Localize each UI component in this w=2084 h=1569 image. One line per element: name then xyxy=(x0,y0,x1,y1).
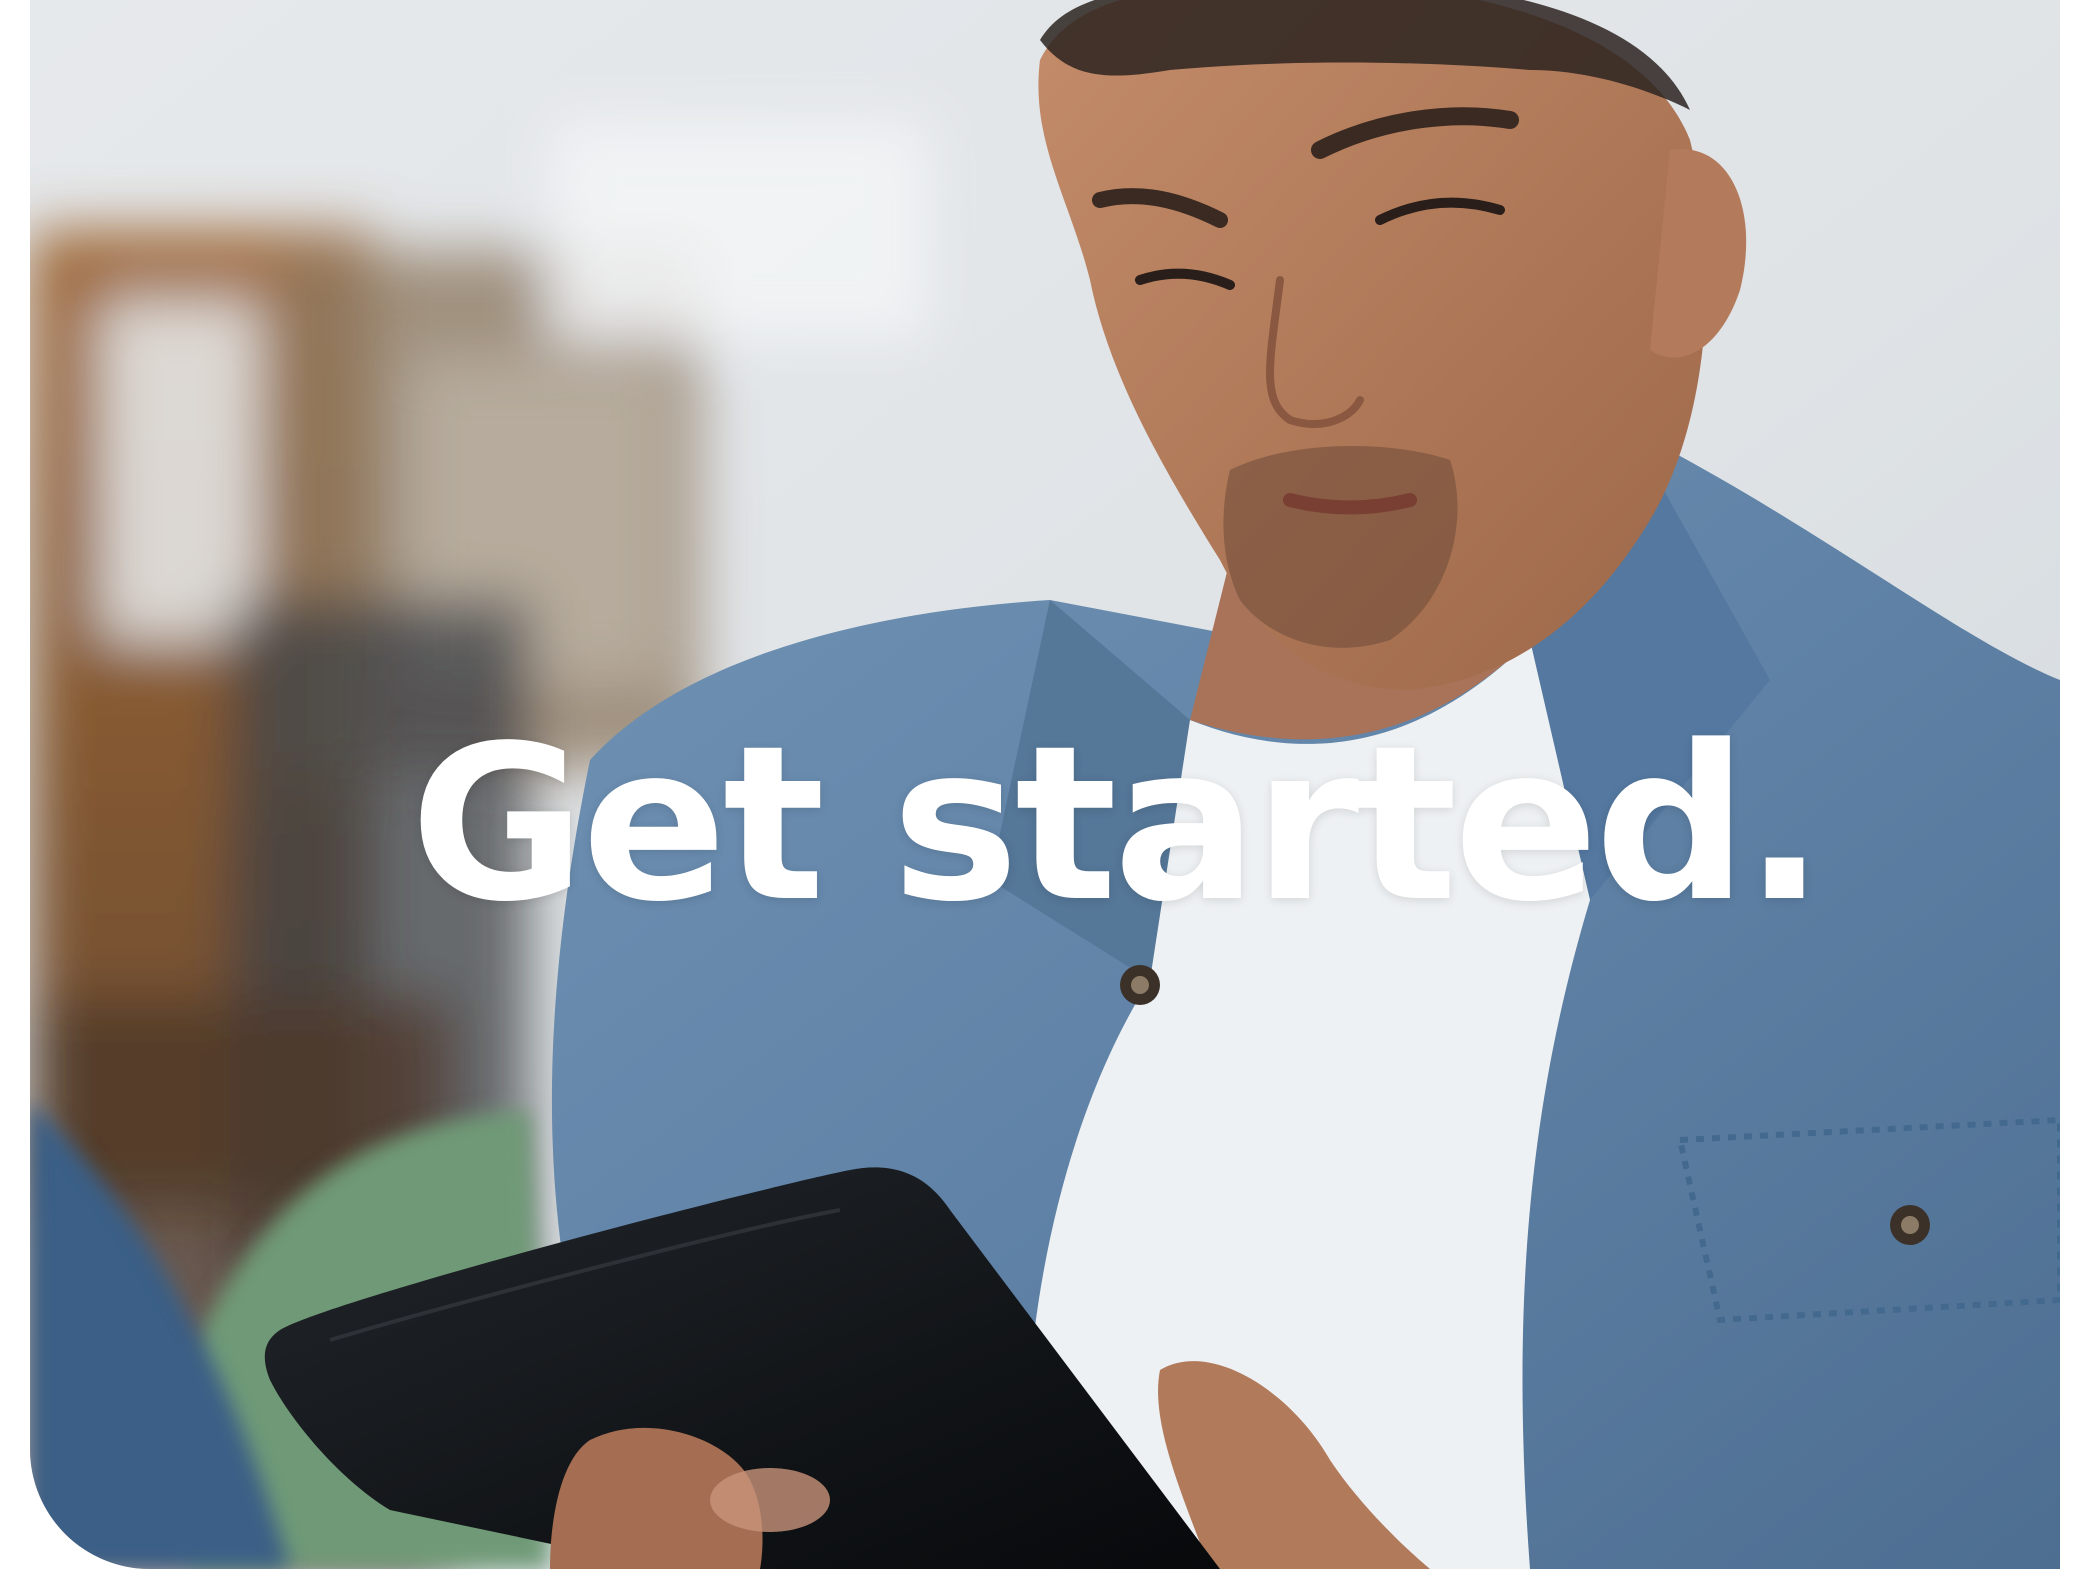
headline: Get started. xyxy=(410,700,1825,949)
hero-card: Get started. xyxy=(30,0,2060,1569)
page: Get started. xyxy=(0,0,2084,1569)
